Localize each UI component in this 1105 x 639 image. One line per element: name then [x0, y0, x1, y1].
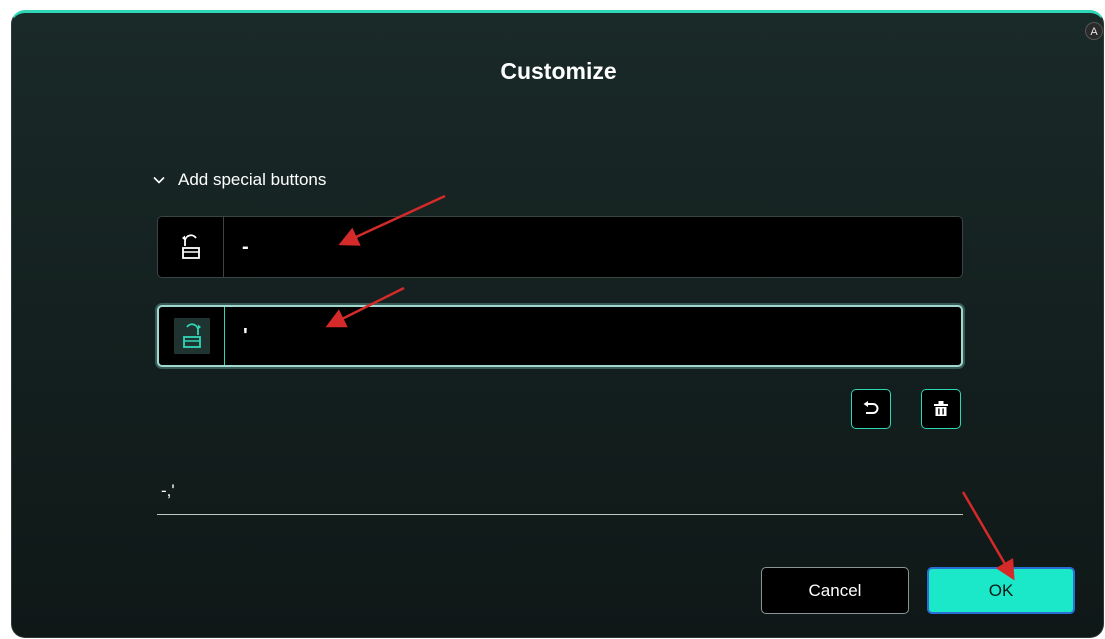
undo-icon	[863, 401, 879, 414]
accessibility-badge: A	[1085, 22, 1103, 40]
customize-dialog: Customize Add special buttons - ' -,' Ca…	[11, 10, 1104, 638]
dialog-title: Customize	[500, 58, 617, 84]
delete-button[interactable]	[921, 389, 961, 429]
trash-icon	[934, 401, 948, 416]
undo-button[interactable]	[851, 389, 891, 429]
special-button-row-2	[157, 305, 963, 367]
chevron-down-icon	[153, 176, 165, 184]
row-2-icon-highlight	[173, 318, 210, 354]
special-buttons-summary: -,'	[157, 481, 963, 515]
special-button-input-1[interactable]	[224, 217, 962, 277]
cancel-button[interactable]: Cancel	[761, 567, 909, 614]
row-2-icon-button[interactable]	[159, 307, 225, 365]
row-1-icon-button[interactable]	[158, 217, 224, 277]
special-button-input-2[interactable]	[225, 307, 961, 365]
add-special-buttons-toggle[interactable]: Add special buttons	[152, 170, 326, 190]
ok-button[interactable]: OK	[927, 567, 1075, 614]
unlock-shift-icon	[181, 234, 200, 259]
lock-shift-icon	[182, 323, 201, 348]
special-button-row-1	[157, 216, 963, 278]
section-label: Add special buttons	[178, 170, 327, 189]
